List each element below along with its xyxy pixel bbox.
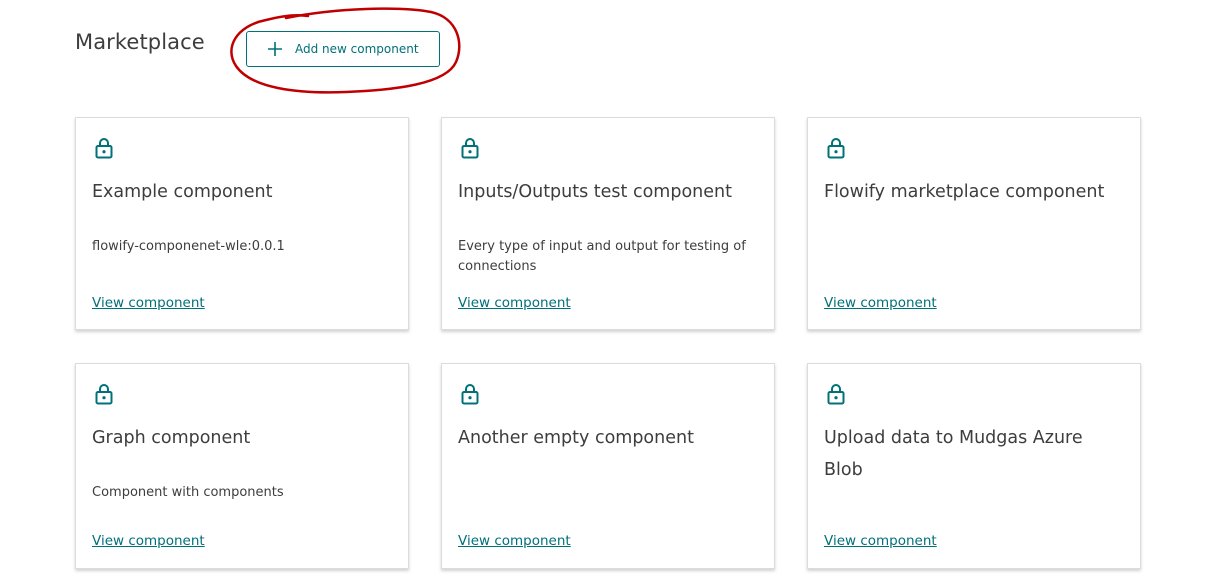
- lock-icon: [461, 384, 479, 405]
- lock-icon: [95, 384, 113, 405]
- component-card: Flowify marketplace component View compo…: [807, 117, 1141, 330]
- view-component-link[interactable]: View component: [92, 295, 205, 311]
- lock-icon: [95, 138, 113, 159]
- component-card: Example component flowify-componenet-wle…: [75, 117, 409, 330]
- view-component-link[interactable]: View component: [824, 533, 937, 549]
- card-title: Another empty component: [458, 428, 694, 448]
- component-card: Graph component Component with component…: [75, 363, 409, 569]
- component-card: Inputs/Outputs test component Every type…: [441, 117, 775, 330]
- card-description: Every type of input and output for testi…: [458, 239, 746, 274]
- lock-icon: [461, 138, 479, 159]
- view-component-link[interactable]: View component: [458, 533, 571, 549]
- card-description: Component with components: [92, 485, 284, 500]
- card-title: Inputs/Outputs test component: [458, 182, 732, 202]
- page-title: Marketplace: [75, 30, 205, 54]
- card-title: Flowify marketplace component: [824, 182, 1105, 202]
- view-component-link[interactable]: View component: [458, 295, 571, 311]
- component-card: Another empty component View component: [441, 363, 775, 569]
- add-new-component-label: Add new component: [295, 42, 419, 56]
- marketplace-page: Marketplace Add new component Example co…: [0, 0, 1211, 579]
- lock-icon: [827, 138, 845, 159]
- card-title: Upload data to Mudgas Azure Blob: [824, 428, 1083, 480]
- lock-icon: [827, 384, 845, 405]
- add-new-component-button[interactable]: Add new component: [246, 31, 440, 67]
- component-card: Upload data to Mudgas Azure Blob View co…: [807, 363, 1141, 569]
- card-title: Graph component: [92, 428, 251, 448]
- card-description: flowify-componenet-wle:0.0.1: [92, 239, 285, 254]
- view-component-link[interactable]: View component: [92, 533, 205, 549]
- plus-icon: [268, 42, 282, 56]
- card-title: Example component: [92, 182, 273, 202]
- view-component-link[interactable]: View component: [824, 295, 937, 311]
